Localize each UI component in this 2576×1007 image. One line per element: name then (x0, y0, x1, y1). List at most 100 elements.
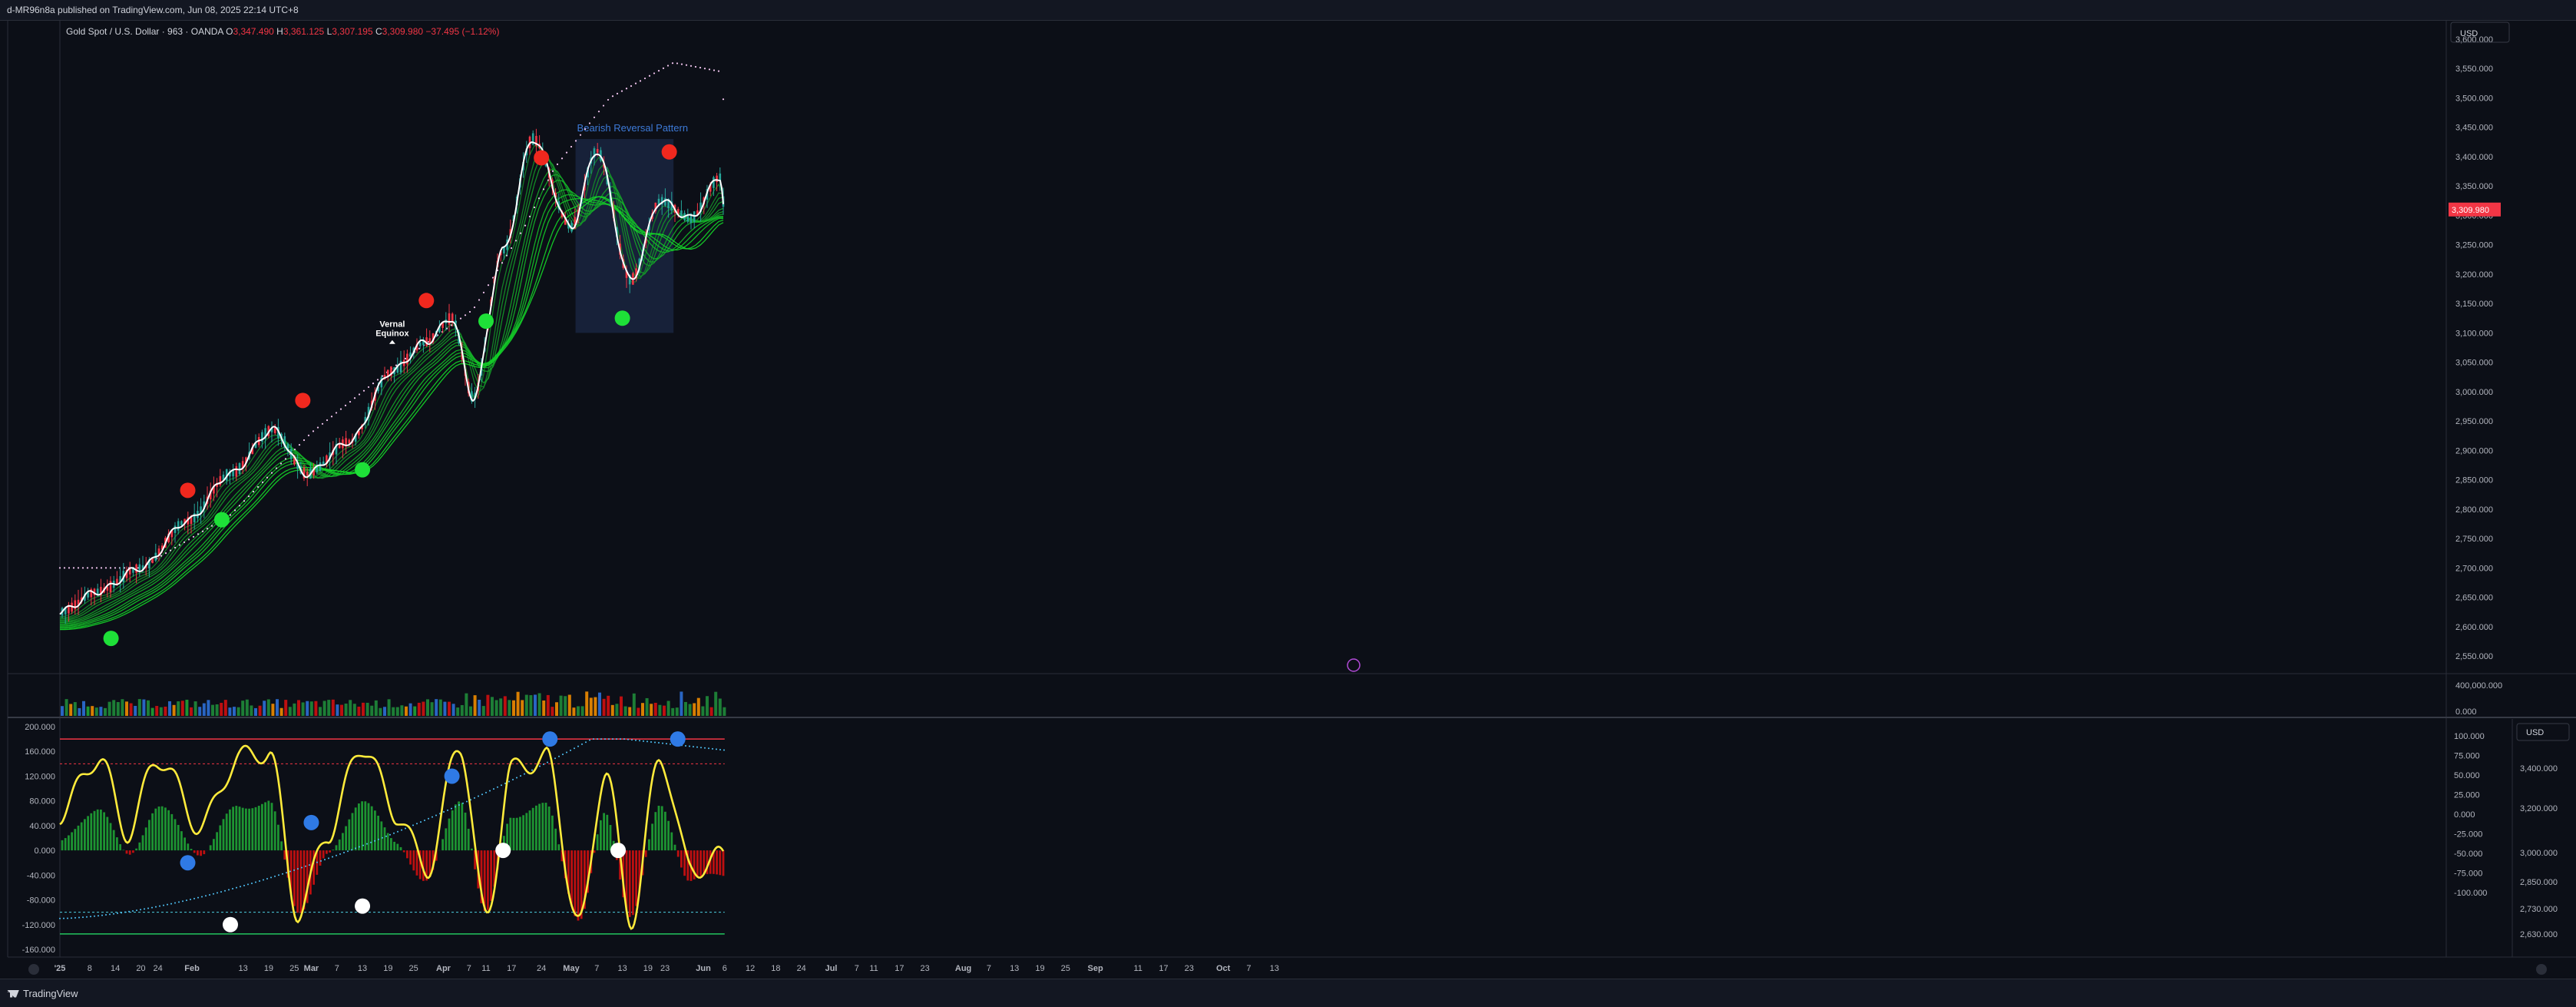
histogram-bar (574, 850, 576, 916)
time-tick-label: 13 (358, 964, 367, 973)
volume-bar (710, 707, 713, 716)
histogram-bar (451, 810, 454, 850)
time-tick-label: 25 (1061, 964, 1070, 973)
trail-dot (184, 542, 185, 543)
price-tick-label: 2,900.000 (2455, 446, 2493, 455)
histogram-bar (441, 839, 444, 850)
histogram-bar (387, 833, 389, 851)
trail-dot (718, 70, 719, 71)
trail-dot (312, 430, 314, 432)
trail-dot (105, 567, 107, 568)
slow-line-dot (420, 821, 422, 823)
chart-canvas[interactable]: Bearish Reversal PatternVernalEquinox 3,… (0, 0, 2576, 1006)
time-tick-label: 25 (289, 964, 299, 973)
candle-body (503, 247, 505, 253)
trail-dot (635, 83, 637, 84)
histogram-bar (345, 826, 347, 851)
trail-dot (621, 90, 623, 91)
osc-left-tick-label: 120.000 (25, 772, 55, 781)
histogram-bar (280, 841, 283, 850)
slow-line-dot (543, 764, 544, 765)
trail-dot (87, 567, 88, 568)
volume-bar (663, 706, 666, 716)
histogram-bar (342, 833, 344, 850)
sell-signal-dot (418, 293, 434, 308)
volume-bar (254, 708, 257, 716)
volume-bar (495, 700, 498, 716)
candle-body (716, 176, 718, 182)
volume-bar (431, 702, 434, 716)
slow-line-dot (128, 911, 130, 913)
histogram-bar (193, 850, 196, 853)
volume-bar (104, 708, 107, 716)
osc-right-tick-label: 0.000 (2454, 810, 2475, 820)
volume-bar (345, 704, 348, 716)
time-tick-label: 13 (1010, 964, 1019, 973)
axes[interactable]: 3,600.0003,550.0003,500.0003,450.0003,40… (22, 22, 2569, 975)
time-tick-label: 24 (154, 964, 163, 973)
time-tick-label: 7 (987, 964, 991, 973)
time-tick-label: 7 (855, 964, 859, 973)
histogram-bar (416, 850, 418, 876)
volume-bar (555, 702, 558, 716)
histogram-bar (554, 829, 557, 850)
price-pane[interactable]: Bearish Reversal PatternVernalEquinox (59, 62, 1360, 671)
candle-body (236, 466, 238, 476)
time-tick-label: 24 (537, 964, 546, 973)
histogram-bar (490, 850, 492, 901)
time-tick-label: 13 (1270, 964, 1279, 973)
slow-line-dot (612, 738, 613, 740)
histogram-bar (509, 818, 511, 850)
slow-line-dot (416, 823, 418, 824)
volume-tick-label: 400,000.000 (2455, 681, 2502, 691)
slow-line-dot (136, 909, 137, 911)
slow-line-dot (635, 740, 637, 741)
trail-dot (239, 505, 240, 506)
time-tick-label: 23 (660, 964, 670, 973)
volume-bar (164, 707, 167, 716)
volume-bar (585, 691, 588, 716)
volume-bar (465, 694, 468, 716)
trail-dot (211, 525, 213, 527)
timezone-icon (28, 964, 39, 975)
trail-dot (91, 567, 93, 568)
histogram-bar (232, 807, 234, 850)
buy-signal-dot (214, 512, 230, 528)
histogram-bar (329, 850, 331, 853)
slow-line-dot (328, 857, 329, 859)
slow-line-dot (646, 740, 648, 742)
volume-bar (314, 701, 317, 716)
histogram-bar (390, 838, 392, 850)
tradingview-logo[interactable]: TradingView (7, 988, 78, 999)
osc-left-tick-label: -40.000 (27, 871, 55, 880)
trail-dot (460, 318, 461, 320)
histogram-bar (723, 850, 725, 876)
histogram-bar (632, 850, 634, 915)
trail-dot (354, 397, 355, 399)
volume-bar (607, 696, 610, 716)
candle-body (87, 592, 89, 597)
volume-bar (319, 707, 322, 716)
volume-bar (69, 704, 72, 716)
sell-signal-dot (180, 482, 196, 498)
volume-bar (671, 708, 674, 716)
histogram-bar (519, 817, 521, 850)
volume-bar (155, 706, 158, 716)
volume-bar (426, 699, 429, 716)
slow-line-dot (474, 797, 475, 799)
volume-bar (719, 698, 722, 716)
candle-body (319, 462, 322, 471)
slow-line-dot (259, 880, 260, 882)
trail-dot (234, 509, 236, 511)
histogram-bar (458, 801, 460, 850)
slow-line-dot (105, 914, 107, 916)
osc-right-tick-label: -50.000 (2454, 850, 2482, 859)
volume-bar (581, 706, 584, 716)
histogram-bar (368, 803, 370, 851)
volume-tick-label: 0.000 (2455, 707, 2477, 717)
histogram-bar (635, 850, 637, 906)
histogram-bar (255, 807, 257, 850)
candle-body (174, 525, 177, 532)
far-right-tick-label: 3,200.000 (2520, 804, 2558, 813)
histogram-bar (242, 808, 244, 850)
